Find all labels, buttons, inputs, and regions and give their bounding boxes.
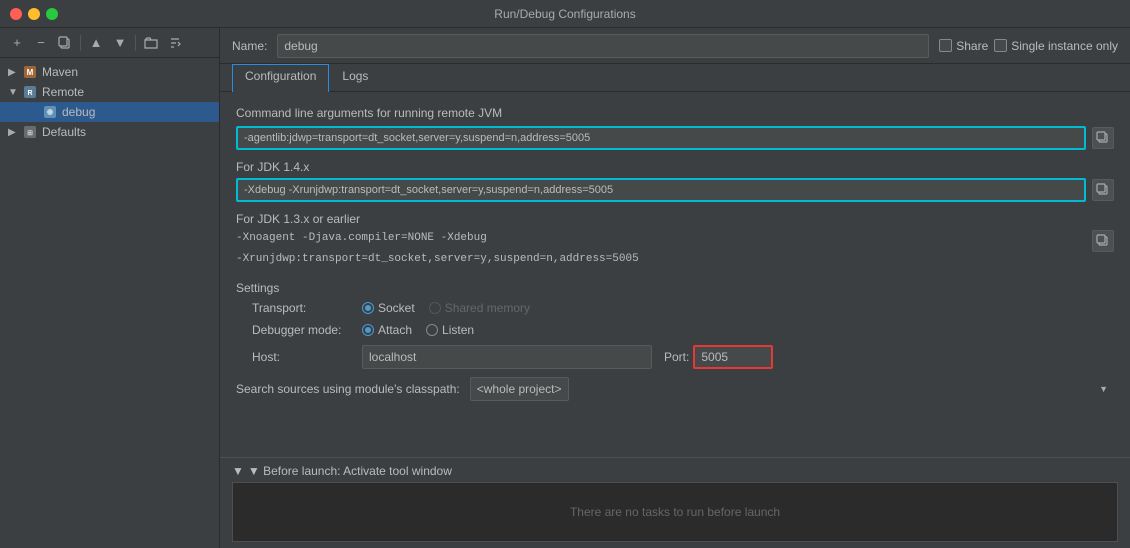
close-button[interactable] bbox=[10, 8, 22, 20]
chevron-down-icon: ▼ bbox=[8, 87, 20, 98]
attach-label: Attach bbox=[378, 323, 412, 337]
jdk13-label: For JDK 1.3.x or earlier bbox=[236, 212, 1114, 226]
cmd-input[interactable] bbox=[236, 126, 1086, 150]
socket-label: Socket bbox=[378, 301, 415, 315]
window-controls bbox=[10, 8, 58, 20]
sidebar-item-label: Defaults bbox=[42, 125, 86, 139]
debugger-listen-option[interactable]: Listen bbox=[426, 323, 474, 337]
search-select-wrap: <whole project> bbox=[470, 377, 1114, 401]
remote-icon: R bbox=[22, 84, 38, 100]
debugger-row: Debugger mode: Attach Listen bbox=[236, 323, 1114, 337]
jdk14-label: For JDK 1.4.x bbox=[236, 160, 1114, 174]
move-down-button[interactable]: ▼ bbox=[109, 32, 131, 54]
remove-config-button[interactable]: − bbox=[30, 32, 52, 54]
share-checkbox-wrap[interactable]: Share bbox=[939, 39, 988, 53]
sidebar-item-defaults[interactable]: ▶ ⊞ Defaults bbox=[0, 122, 219, 142]
shared-radio[interactable] bbox=[429, 302, 441, 314]
before-launch-header[interactable]: ▼ ▼ Before launch: Activate tool window bbox=[232, 464, 1118, 478]
host-input[interactable] bbox=[362, 345, 652, 369]
before-launch-section: ▼ ▼ Before launch: Activate tool window … bbox=[220, 457, 1130, 548]
cmd-label: Command line arguments for running remot… bbox=[236, 106, 1114, 120]
jdk14-input[interactable] bbox=[236, 178, 1086, 202]
port-label: Port: bbox=[664, 350, 689, 364]
port-input[interactable] bbox=[693, 345, 773, 369]
folder-button[interactable] bbox=[140, 32, 162, 54]
sidebar-item-remote[interactable]: ▼ R Remote bbox=[0, 82, 219, 102]
maximize-button[interactable] bbox=[46, 8, 58, 20]
sort-button[interactable] bbox=[164, 32, 186, 54]
single-instance-label: Single instance only bbox=[1011, 39, 1118, 53]
transport-row: Transport: Socket Shared memory bbox=[236, 301, 1114, 315]
socket-radio[interactable] bbox=[362, 302, 374, 314]
before-launch-chevron-icon: ▼ bbox=[232, 464, 244, 478]
copy-config-button[interactable] bbox=[54, 32, 76, 54]
toolbar-separator-2 bbox=[135, 35, 136, 51]
sidebar: + − ▲ ▼ bbox=[0, 28, 220, 548]
settings-section: Settings Transport: Socket Shared memory bbox=[236, 281, 1114, 369]
toolbar-separator bbox=[80, 35, 81, 51]
search-row: Search sources using module's classpath:… bbox=[236, 377, 1114, 401]
jdk13-line1: -Xnoagent -Djava.compiler=NONE -Xdebug bbox=[236, 230, 1086, 247]
chevron-right-icon: ▶ bbox=[8, 127, 20, 138]
share-checkbox[interactable] bbox=[939, 39, 952, 52]
debugger-attach-option[interactable]: Attach bbox=[362, 323, 412, 337]
name-label: Name: bbox=[232, 39, 267, 53]
tabs-bar: Configuration Logs bbox=[220, 64, 1130, 92]
copy-jdk14-button[interactable] bbox=[1092, 179, 1114, 201]
sidebar-item-label: Remote bbox=[42, 85, 84, 99]
config-content: Command line arguments for running remot… bbox=[220, 92, 1130, 457]
share-label: Share bbox=[956, 39, 988, 53]
before-launch-label: ▼ Before launch: Activate tool window bbox=[248, 464, 452, 478]
sidebar-tree: ▶ M Maven ▼ R Remote ▶ debug bbox=[0, 58, 219, 548]
search-select[interactable]: <whole project> bbox=[470, 377, 569, 401]
titlebar: Run/Debug Configurations bbox=[0, 0, 1130, 28]
share-area: Share Single instance only bbox=[939, 39, 1118, 53]
minimize-button[interactable] bbox=[28, 8, 40, 20]
listen-label: Listen bbox=[442, 323, 474, 337]
single-instance-checkbox-wrap[interactable]: Single instance only bbox=[994, 39, 1118, 53]
content-panel: Name: Share Single instance only Configu… bbox=[220, 28, 1130, 548]
attach-radio[interactable] bbox=[362, 324, 374, 336]
debugger-label: Debugger mode: bbox=[252, 323, 362, 337]
copy-cmd-button[interactable] bbox=[1092, 127, 1114, 149]
transport-shared-option[interactable]: Shared memory bbox=[429, 301, 530, 315]
before-launch-body: There are no tasks to run before launch bbox=[232, 482, 1118, 542]
host-label: Host: bbox=[252, 350, 362, 364]
jdk13-line2: -Xrunjdwp:transport=dt_socket,server=y,s… bbox=[236, 251, 1086, 268]
shared-label: Shared memory bbox=[445, 301, 530, 315]
chevron-right-icon: ▶ bbox=[8, 67, 20, 78]
search-label: Search sources using module's classpath: bbox=[236, 382, 460, 396]
before-launch-empty-text: There are no tasks to run before launch bbox=[570, 505, 780, 519]
svg-text:R: R bbox=[27, 90, 32, 97]
copy-jdk13-button[interactable] bbox=[1092, 230, 1114, 252]
main-layout: + − ▲ ▼ bbox=[0, 28, 1130, 548]
add-config-button[interactable]: + bbox=[6, 32, 28, 54]
debug-config-icon bbox=[42, 104, 58, 120]
svg-text:M: M bbox=[27, 68, 34, 77]
cmd-row bbox=[236, 126, 1114, 150]
single-instance-checkbox[interactable] bbox=[994, 39, 1007, 52]
sidebar-toolbar: + − ▲ ▼ bbox=[0, 28, 219, 58]
maven-icon: M bbox=[22, 64, 38, 80]
listen-radio[interactable] bbox=[426, 324, 438, 336]
defaults-icon: ⊞ bbox=[22, 124, 38, 140]
sidebar-item-label: Maven bbox=[42, 65, 78, 79]
transport-label: Transport: bbox=[252, 301, 362, 315]
sidebar-item-maven[interactable]: ▶ M Maven bbox=[0, 62, 219, 82]
host-row: Host: Port: bbox=[236, 345, 1114, 369]
name-input[interactable] bbox=[277, 34, 929, 58]
jdk14-row bbox=[236, 178, 1114, 202]
move-up-button[interactable]: ▲ bbox=[85, 32, 107, 54]
transport-radio-group: Socket Shared memory bbox=[362, 301, 530, 315]
config-header: Name: Share Single instance only bbox=[220, 28, 1130, 64]
debugger-radio-group: Attach Listen bbox=[362, 323, 474, 337]
settings-title: Settings bbox=[236, 281, 1114, 295]
sidebar-item-debug[interactable]: ▶ debug bbox=[0, 102, 219, 122]
tab-configuration[interactable]: Configuration bbox=[232, 64, 329, 92]
window-title: Run/Debug Configurations bbox=[494, 7, 635, 21]
tab-logs[interactable]: Logs bbox=[329, 64, 381, 92]
sidebar-item-label: debug bbox=[62, 105, 95, 119]
transport-socket-option[interactable]: Socket bbox=[362, 301, 415, 315]
svg-text:⊞: ⊞ bbox=[27, 130, 33, 137]
